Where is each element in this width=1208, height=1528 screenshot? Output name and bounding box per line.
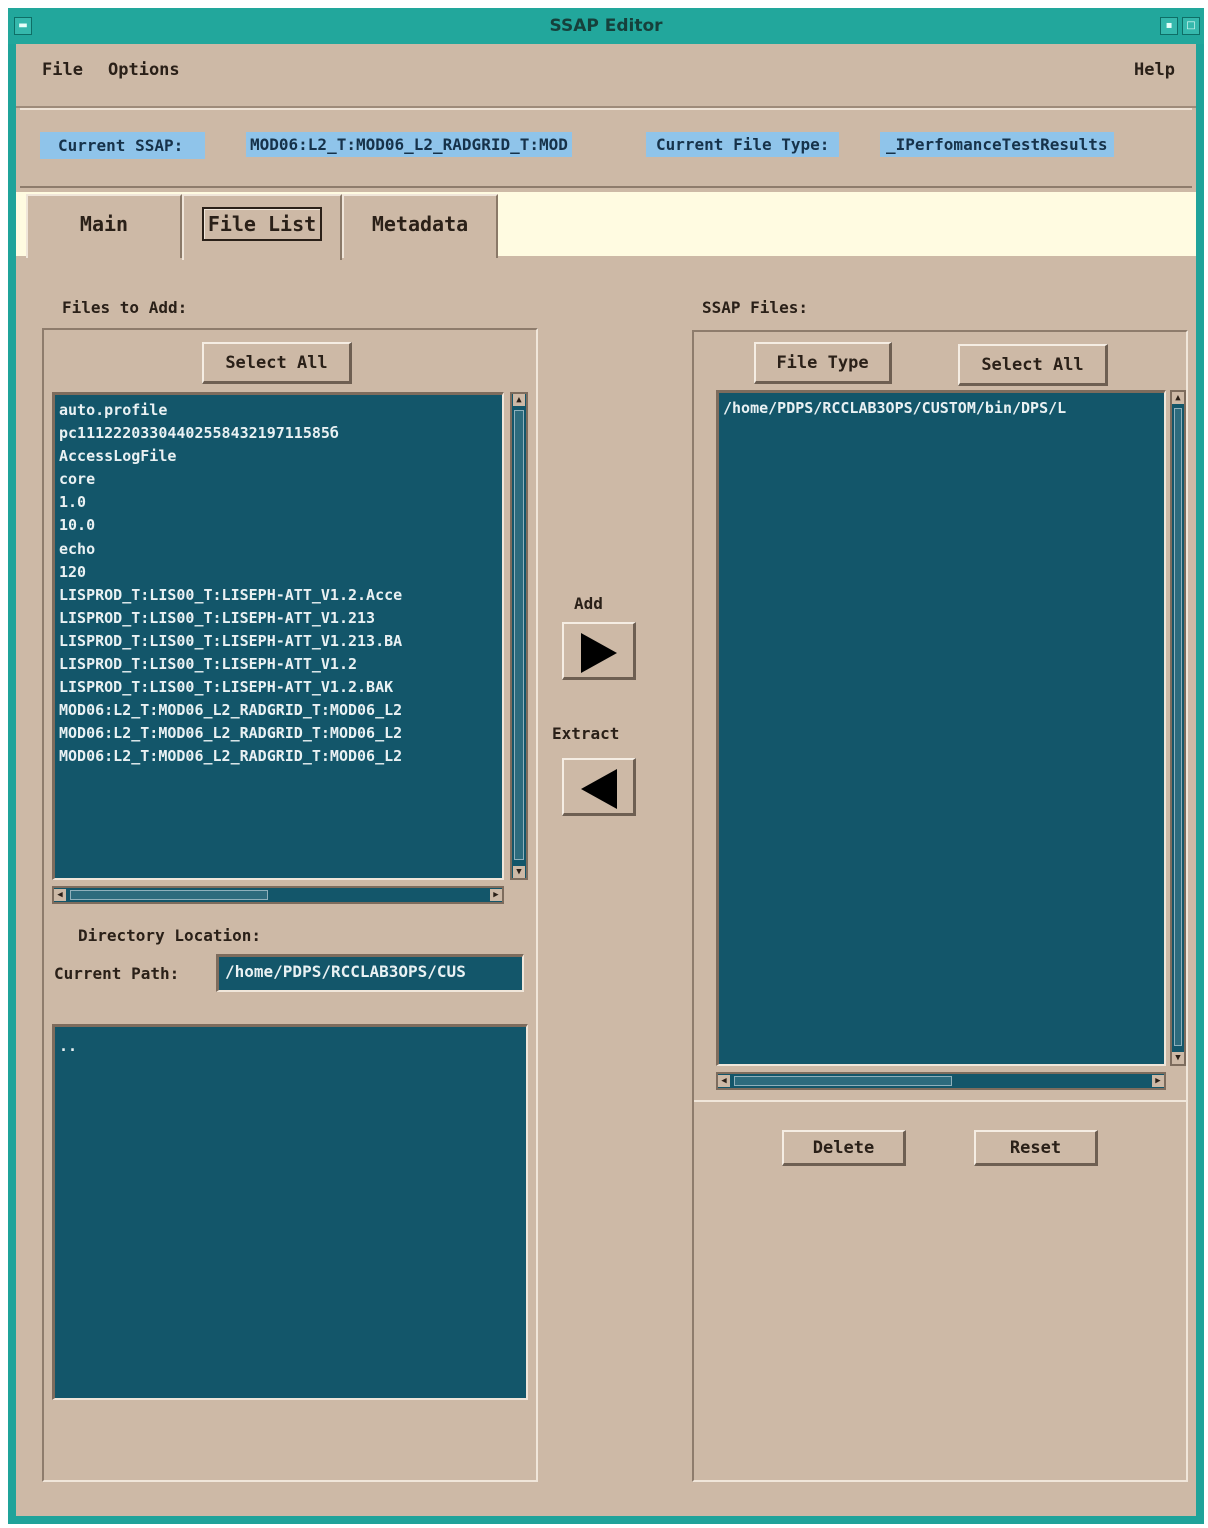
- list-item[interactable]: /home/PDPS/RCCLAB3OPS/CUSTOM/bin/DPS/L: [719, 397, 1164, 420]
- ssap-files-list[interactable]: /home/PDPS/RCCLAB3OPS/CUSTOM/bin/DPS/L: [716, 390, 1166, 1066]
- arrow-left-icon: [580, 768, 617, 809]
- list-item[interactable]: 120: [55, 561, 502, 584]
- menu-help[interactable]: Help: [1134, 60, 1175, 80]
- reset-button[interactable]: Reset: [974, 1130, 1098, 1166]
- file-type-button[interactable]: File Type: [754, 342, 892, 384]
- extract-label: Extract: [552, 724, 620, 743]
- menu-bar: File Options Help: [16, 44, 1196, 108]
- select-all-ssap-button[interactable]: Select All: [958, 344, 1108, 386]
- scroll-up-icon[interactable]: ▲: [513, 394, 525, 406]
- current-file-type-label: Current File Type:: [646, 132, 840, 157]
- tab-main[interactable]: Main: [26, 194, 182, 258]
- current-path-field[interactable]: /home/PDPS/RCCLAB3OPS/CUS: [216, 954, 524, 992]
- current-file-type-value: _IPerfomanceTestResults: [880, 132, 1114, 157]
- files-list-horizontal-scrollbar[interactable]: ◀ ▶: [52, 886, 504, 904]
- delete-button[interactable]: Delete: [782, 1130, 906, 1166]
- files-list-vertical-scrollbar[interactable]: ▲ ▼: [510, 392, 528, 880]
- list-item[interactable]: LISPROD_T:LIS00_T:LISEPH-ATT_V1.2.BAK: [55, 676, 502, 699]
- files-to-add-panel: Select All auto.profile pc111222033044025…: [42, 328, 538, 1482]
- scroll-thumb[interactable]: [70, 890, 268, 900]
- list-item[interactable]: LISPROD_T:LIS00_T:LISEPH-ATT_V1.213: [55, 607, 502, 630]
- ssap-editor-window: ▬ SSAP Editor ▪ □ File Options Help Curr…: [8, 8, 1204, 1524]
- list-item[interactable]: 10.0: [55, 514, 502, 537]
- list-item[interactable]: auto.profile: [55, 399, 502, 422]
- ssap-files-label: SSAP Files:: [702, 298, 808, 317]
- current-ssap-label: Current SSAP:: [40, 132, 206, 159]
- directory-location-label: Directory Location:: [78, 926, 262, 945]
- tab-metadata[interactable]: Metadata: [342, 194, 498, 258]
- scroll-right-icon[interactable]: ▶: [490, 889, 502, 901]
- scroll-thumb[interactable]: [1174, 408, 1182, 1046]
- tab-file-list[interactable]: File List: [182, 194, 342, 260]
- list-item[interactable]: LISPROD_T:LIS00_T:LISEPH-ATT_V1.213.BA: [55, 630, 502, 653]
- ssap-list-horizontal-scrollbar[interactable]: ◀ ▶: [716, 1072, 1166, 1090]
- tab-main-label: Main: [79, 212, 129, 236]
- divider: [694, 1100, 1186, 1102]
- scroll-thumb[interactable]: [514, 410, 524, 860]
- add-label: Add: [574, 594, 603, 613]
- menu-file[interactable]: File: [42, 60, 83, 80]
- list-item[interactable]: LISPROD_T:LIS00_T:LISEPH-ATT_V1.2: [55, 653, 502, 676]
- list-item[interactable]: MOD06:L2_T:MOD06_L2_RADGRID_T:MOD06_L2: [55, 722, 502, 745]
- tab-file-list-label: File List: [207, 212, 317, 236]
- directory-list[interactable]: ..: [52, 1024, 528, 1400]
- list-item[interactable]: pc1112220330440255843219711585б: [55, 422, 502, 445]
- scroll-thumb[interactable]: [734, 1076, 952, 1086]
- current-path-label: Current Path:: [54, 964, 180, 983]
- ssap-files-panel: File Type Select All /home/PDPS/RCCLAB3O…: [692, 330, 1188, 1482]
- scroll-down-icon[interactable]: ▼: [513, 866, 525, 878]
- current-ssap-value: MOD06:L2_T:MOD06_L2_RADGRID_T:MOD: [246, 132, 572, 157]
- menu-options[interactable]: Options: [108, 60, 180, 80]
- list-item[interactable]: core: [55, 468, 502, 491]
- add-button[interactable]: [562, 622, 636, 680]
- list-item[interactable]: MOD06:L2_T:MOD06_L2_RADGRID_T:MOD06_L2: [55, 745, 502, 768]
- list-item[interactable]: echo: [55, 538, 502, 561]
- tab-metadata-label: Metadata: [371, 212, 469, 236]
- editor-frame: File Options Help Current SSAP: MOD06:L2…: [16, 44, 1196, 1516]
- title-bar[interactable]: ▬ SSAP Editor ▪ □: [8, 8, 1204, 44]
- maximize-icon[interactable]: □: [1182, 17, 1200, 35]
- select-all-files-button[interactable]: Select All: [202, 342, 352, 384]
- list-item[interactable]: 1.0: [55, 491, 502, 514]
- scroll-left-icon[interactable]: ◀: [54, 889, 66, 901]
- file-list-tab-content: Files to Add: Select All auto.profile pc1…: [16, 256, 1196, 1516]
- scroll-right-icon[interactable]: ▶: [1152, 1075, 1164, 1087]
- files-to-add-list[interactable]: auto.profile pc11122203304402558432197115…: [52, 392, 504, 880]
- files-to-add-label: Files to Add:: [62, 298, 188, 317]
- current-ssap-bar: Current SSAP: MOD06:L2_T:MOD06_L2_RADGRI…: [20, 108, 1192, 188]
- arrow-right-icon: [580, 632, 617, 673]
- ssap-list-vertical-scrollbar[interactable]: ▲ ▼: [1170, 390, 1186, 1066]
- list-item[interactable]: LISPROD_T:LIS00_T:LISEPH-ATT_V1.2.Acce: [55, 584, 502, 607]
- window-menu-icon[interactable]: ▬: [14, 17, 32, 35]
- extract-button[interactable]: [562, 758, 636, 816]
- scroll-left-icon[interactable]: ◀: [718, 1075, 730, 1087]
- list-item[interactable]: AccessLogFile: [55, 445, 502, 468]
- list-item[interactable]: MOD06:L2_T:MOD06_L2_RADGRID_T:MOD06_L2: [55, 699, 502, 722]
- minimize-icon[interactable]: ▪: [1160, 17, 1178, 35]
- list-item[interactable]: ..: [55, 1035, 526, 1058]
- window-title: SSAP Editor: [549, 16, 663, 36]
- scroll-down-icon[interactable]: ▼: [1172, 1052, 1184, 1064]
- scroll-up-icon[interactable]: ▲: [1172, 392, 1184, 404]
